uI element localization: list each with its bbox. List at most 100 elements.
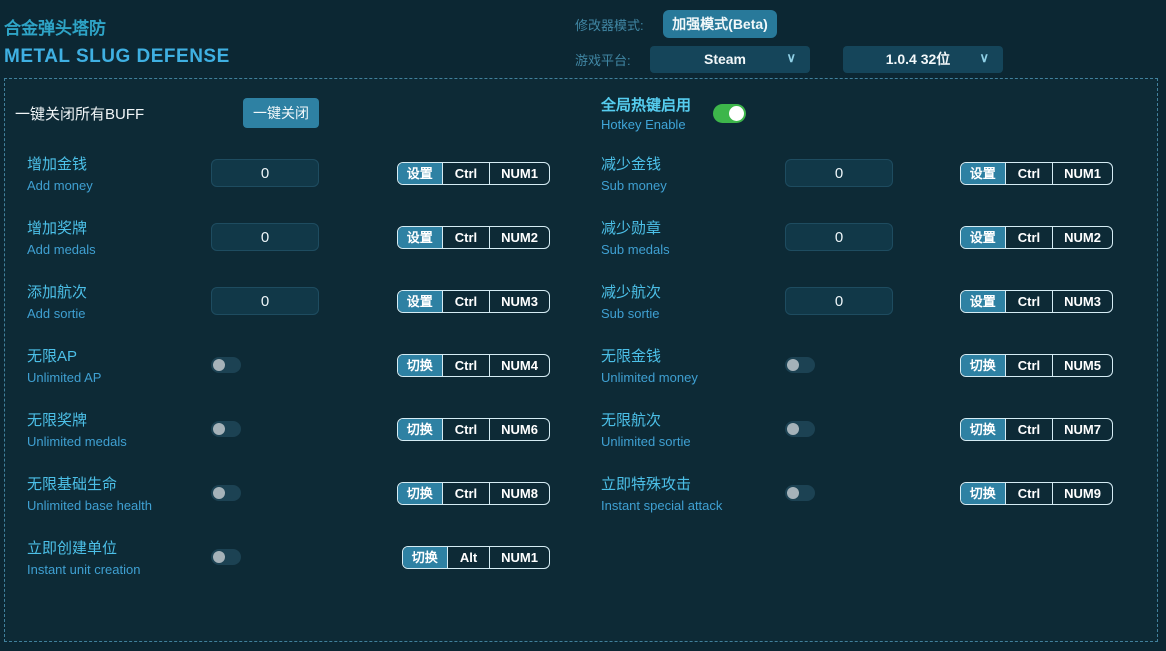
cheat-row-add-medals: 增加奖牌 Add medals 设置 Ctrl NUM2 xyxy=(5,205,586,269)
cheat-label-cn: 无限AP xyxy=(27,348,78,365)
close-all-buff-button[interactable]: 一键关闭 xyxy=(243,98,319,128)
hotkey-num-key[interactable]: NUM5 xyxy=(1052,354,1112,376)
hotkey-mod-key[interactable]: Ctrl xyxy=(1004,354,1052,376)
hotkey-mod-key[interactable]: Ctrl xyxy=(441,482,489,504)
hotkey-group: 设置 Ctrl NUM2 xyxy=(959,225,1113,249)
buff-master-row: 一键关闭所有BUFF 一键关闭 xyxy=(5,79,586,141)
hotkey-action-button[interactable]: 切换 xyxy=(960,482,1005,504)
hotkey-mod-key[interactable]: Ctrl xyxy=(441,226,489,248)
cheat-label-cn: 无限奖牌 xyxy=(27,412,88,429)
cheat-row-unlimited-sortie: 无限航次 Unlimited sortie 切换 Ctrl NUM7 xyxy=(586,397,1157,461)
platform-select[interactable]: Steam ∨ xyxy=(650,45,810,73)
toggle-switch[interactable] xyxy=(211,485,241,501)
hotkey-mod-key[interactable]: Ctrl xyxy=(1004,162,1052,184)
hotkey-num-key[interactable]: NUM3 xyxy=(489,290,549,312)
hotkey-action-button[interactable]: 切换 xyxy=(402,546,447,568)
hotkey-mod-key[interactable]: Ctrl xyxy=(1004,290,1052,312)
hotkey-group: 切换 Ctrl NUM4 xyxy=(396,353,550,377)
cheats-panel: 一键关闭所有BUFF 一键关闭 增加金钱 Add money 设置 Ctrl N… xyxy=(4,78,1158,642)
cheat-row-instant-unit-creation: 立即创建单位 Instant unit creation 切换 Alt NUM1 xyxy=(5,525,586,589)
hotkey-mod-key[interactable]: Ctrl xyxy=(1004,226,1052,248)
hotkey-mod-key[interactable]: Ctrl xyxy=(1004,482,1052,504)
platform-label: 游戏平台: xyxy=(575,52,631,68)
hotkey-group: 切换 Ctrl NUM5 xyxy=(959,353,1113,377)
hotkey-mod-key[interactable]: Ctrl xyxy=(1004,418,1052,440)
hotkey-num-key[interactable]: NUM1 xyxy=(489,546,549,568)
cheat-row-sub-medals: 减少勋章 Sub medals 设置 Ctrl NUM2 xyxy=(586,205,1157,269)
value-input[interactable] xyxy=(785,223,893,251)
value-input[interactable] xyxy=(785,287,893,315)
hotkey-num-key[interactable]: NUM4 xyxy=(489,354,549,376)
hotkey-group: 切换 Alt NUM1 xyxy=(401,545,550,569)
hotkey-num-key[interactable]: NUM1 xyxy=(489,162,549,184)
hotkey-action-button[interactable]: 切换 xyxy=(397,418,442,440)
hotkey-mod-key[interactable]: Ctrl xyxy=(441,354,489,376)
cheat-row-unlimited-base-health: 无限基础生命 Unlimited base health 切换 Ctrl NUM… xyxy=(5,461,586,525)
app-header: 合金弹头塔防 METAL SLUG DEFENSE 修改器模式: 加强模式(Be… xyxy=(0,0,1166,78)
hotkey-action-button[interactable]: 切换 xyxy=(960,418,1005,440)
toggle-knob xyxy=(729,105,744,121)
hotkey-num-key[interactable]: NUM6 xyxy=(489,418,549,440)
hotkey-action-button[interactable]: 切换 xyxy=(397,354,442,376)
toggle-switch[interactable] xyxy=(211,549,241,565)
trainer-settings: 修改器模式: 加强模式(Beta) 游戏平台: Steam ∨ 1.0.4 32… xyxy=(575,10,1003,73)
toggle-switch[interactable] xyxy=(785,421,815,437)
mode-label: 修改器模式: xyxy=(575,17,644,33)
hotkey-enable-toggle[interactable] xyxy=(713,103,746,123)
toggle-knob xyxy=(213,423,225,435)
cheat-label-cn: 添加航次 xyxy=(27,284,88,301)
hotkey-num-key[interactable]: NUM3 xyxy=(1052,290,1112,312)
cheat-label-en: Unlimited money xyxy=(601,370,698,385)
value-input[interactable] xyxy=(211,287,319,315)
game-title-en: METAL SLUG DEFENSE xyxy=(4,46,230,67)
toggle-switch[interactable] xyxy=(211,421,241,437)
version-select[interactable]: 1.0.4 32位 ∨ xyxy=(843,45,1003,73)
hotkey-action-button[interactable]: 设置 xyxy=(397,162,442,184)
cheat-label-cn: 无限航次 xyxy=(601,412,662,429)
cheat-label-en: Unlimited AP xyxy=(27,370,102,385)
toggle-knob xyxy=(787,359,799,371)
cheat-label-en: Unlimited base health xyxy=(27,498,153,513)
game-title-cn: 合金弹头塔防 xyxy=(4,19,106,38)
toggle-knob xyxy=(787,487,799,499)
hotkey-action-button[interactable]: 设置 xyxy=(960,290,1005,312)
cheat-label-cn: 立即特殊攻击 xyxy=(601,476,692,493)
hotkey-num-key[interactable]: NUM1 xyxy=(1052,162,1112,184)
hotkey-mod-key[interactable]: Alt xyxy=(446,546,489,568)
hotkey-group: 切换 Ctrl NUM7 xyxy=(959,417,1113,441)
cheat-label-en: Add medals xyxy=(27,242,96,257)
hotkey-num-key[interactable]: NUM8 xyxy=(489,482,549,504)
hotkey-mod-key[interactable]: Ctrl xyxy=(441,162,489,184)
toggle-knob xyxy=(787,423,799,435)
value-input[interactable] xyxy=(211,223,319,251)
value-input[interactable] xyxy=(211,159,319,187)
hotkey-num-key[interactable]: NUM2 xyxy=(489,226,549,248)
chevron-down-icon: ∨ xyxy=(786,49,796,65)
cheat-label-en: Sub medals xyxy=(601,242,670,257)
hotkey-action-button[interactable]: 切换 xyxy=(960,354,1005,376)
cheat-label-en: Add money xyxy=(27,178,93,193)
toggle-switch[interactable] xyxy=(211,357,241,373)
cheat-row-instant-special-attack: 立即特殊攻击 Instant special attack 切换 Ctrl NU… xyxy=(586,461,1157,525)
value-input[interactable] xyxy=(785,159,893,187)
hotkey-mod-key[interactable]: Ctrl xyxy=(441,418,489,440)
cheat-label-cn: 增加金钱 xyxy=(27,156,88,173)
hotkey-num-key[interactable]: NUM2 xyxy=(1052,226,1112,248)
hotkey-action-button[interactable]: 设置 xyxy=(960,226,1005,248)
cheat-label-cn: 无限金钱 xyxy=(601,348,662,365)
hotkey-action-button[interactable]: 设置 xyxy=(960,162,1005,184)
hotkey-mod-key[interactable]: Ctrl xyxy=(441,290,489,312)
cheat-row-unlimited-money: 无限金钱 Unlimited money 切换 Ctrl NUM5 xyxy=(586,333,1157,397)
cheat-row-unlimited-medals: 无限奖牌 Unlimited medals 切换 Ctrl NUM6 xyxy=(5,397,586,461)
toggle-switch[interactable] xyxy=(785,485,815,501)
cheat-row-sub-money: 减少金钱 Sub money 设置 Ctrl NUM1 xyxy=(586,141,1157,205)
hotkey-num-key[interactable]: NUM7 xyxy=(1052,418,1112,440)
hotkey-action-button[interactable]: 切换 xyxy=(397,482,442,504)
mode-button[interactable]: 加强模式(Beta) xyxy=(663,10,777,38)
cheat-label-cn: 立即创建单位 xyxy=(27,540,118,557)
cheat-label-en: Add sortie xyxy=(27,306,86,321)
hotkey-action-button[interactable]: 设置 xyxy=(397,226,442,248)
hotkey-num-key[interactable]: NUM9 xyxy=(1052,482,1112,504)
hotkey-action-button[interactable]: 设置 xyxy=(397,290,442,312)
toggle-switch[interactable] xyxy=(785,357,815,373)
